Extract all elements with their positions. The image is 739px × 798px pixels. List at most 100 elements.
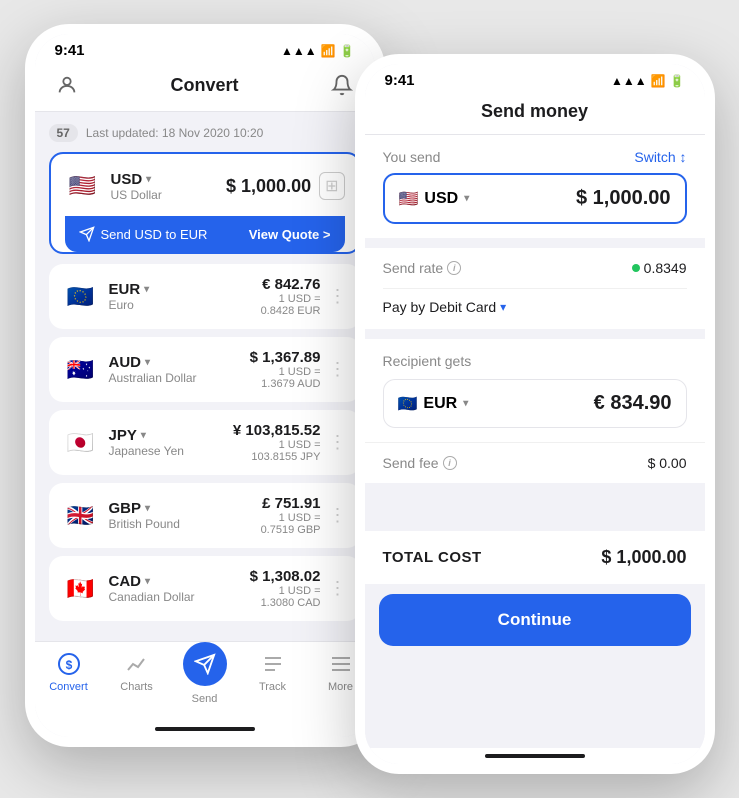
eur-amount: € 842.76 — [261, 276, 321, 293]
send-fee-value: $ 0.00 — [648, 455, 687, 471]
send-money-content: You send Switch ↕ 🇺🇸 USD ▾ $ 1,000.00 — [365, 135, 705, 748]
usd-currency-select[interactable]: 🇺🇸 USD ▾ — [399, 189, 470, 209]
phone-send-money: 9:41 ▲▲▲ 📶 🔋 Send money You send — [355, 54, 715, 774]
cad-rate: 1 USD =1.3080 CAD — [250, 585, 321, 609]
jpy-more-icon[interactable]: ⋮ — [329, 432, 347, 453]
status-bar-2: 9:41 ▲▲▲ 📶 🔋 — [365, 64, 705, 93]
recipient-gets-amount: € 834.90 — [594, 392, 672, 415]
last-updated-bar: 57 Last updated: 18 Nov 2020 10:20 — [49, 124, 361, 142]
wifi-icon-2: 📶 — [651, 74, 666, 88]
total-cost-section: TOTAL COST $ 1,000.00 — [365, 531, 705, 584]
send-rate-info-icon[interactable]: i — [447, 261, 461, 275]
tab-track[interactable]: Track — [248, 650, 298, 705]
gbp-amount: £ 751.91 — [261, 495, 321, 512]
status-icons-2: ▲▲▲ 📶 🔋 — [611, 74, 685, 88]
send-fee-info-icon[interactable]: i — [443, 456, 457, 470]
tab-send[interactable]: Send — [180, 650, 230, 705]
usd-code[interactable]: USD ▾ — [111, 171, 162, 188]
profile-icon[interactable] — [53, 71, 81, 99]
jpy-amount: ¥ 103,815.52 — [233, 422, 321, 439]
nav-header-convert: Convert — [35, 63, 375, 112]
recipient-gets-section: Recipient gets 🇪🇺 EUR ▾ € 834.90 — [365, 339, 705, 442]
recipient-input-row: 🇪🇺 EUR ▾ € 834.90 — [383, 379, 687, 428]
status-time-1: 9:41 — [55, 42, 85, 59]
list-item[interactable]: 🇬🇧 GBP ▾ British Pound £ 751.91 1 USD =0… — [49, 483, 361, 548]
page-title-send: Send money — [481, 101, 588, 122]
charts-tab-label: Charts — [120, 681, 152, 693]
view-quote-link[interactable]: View Quote > — [249, 227, 331, 242]
aud-name: Australian Dollar — [109, 371, 197, 385]
switch-button[interactable]: Switch ↕ — [634, 149, 686, 165]
home-indicator-2 — [365, 748, 705, 764]
list-item[interactable]: 🇯🇵 JPY ▾ Japanese Yen ¥ 103,815.52 1 USD… — [49, 410, 361, 475]
primary-currency-card[interactable]: 🇺🇸 USD ▾ US Dollar $ 1,000.00 — [49, 152, 361, 254]
total-cost-amount: $ 1,000.00 — [601, 547, 686, 568]
currency-list: 🇪🇺 EUR ▾ Euro € 842.76 1 USD =0.8428 EUR — [49, 264, 361, 621]
tab-bar: $ Convert Charts — [35, 641, 375, 721]
gbp-more-icon[interactable]: ⋮ — [329, 505, 347, 526]
eur-flag-send: 🇪🇺 — [398, 394, 418, 414]
send-fee-row: Send fee i $ 0.00 — [365, 442, 705, 483]
eur-dropdown-arrow: ▾ — [463, 398, 468, 409]
gbp-flag: 🇬🇧 — [63, 498, 99, 534]
battery-icon: 🔋 — [340, 44, 355, 58]
send-bar[interactable]: Send USD to EUR View Quote > — [65, 216, 345, 252]
list-item[interactable]: 🇨🇦 CAD ▾ Canadian Dollar $ 1,308.02 1 US… — [49, 556, 361, 621]
continue-button[interactable]: Continue — [379, 594, 691, 646]
status-time-2: 9:41 — [385, 72, 415, 89]
you-send-section: You send Switch ↕ 🇺🇸 USD ▾ $ 1,000.00 — [365, 135, 705, 238]
usd-dropdown-arrow: ▾ — [464, 193, 469, 204]
pay-method-row[interactable]: Pay by Debit Card ▾ — [365, 289, 705, 329]
send-rate-row: Send rate i 0.8349 — [365, 248, 705, 288]
total-cost-label: TOTAL COST — [383, 549, 482, 566]
aud-rate: 1 USD =1.3679 AUD — [250, 366, 321, 390]
update-text: Last updated: 18 Nov 2020 10:20 — [86, 126, 263, 140]
cad-more-icon[interactable]: ⋮ — [329, 578, 347, 599]
eur-more-icon[interactable]: ⋮ — [329, 286, 347, 307]
calculator-icon[interactable]: ⊞ — [319, 172, 344, 200]
svg-text:$: $ — [65, 658, 72, 672]
list-item[interactable]: 🇪🇺 EUR ▾ Euro € 842.76 1 USD =0.8428 EUR — [49, 264, 361, 329]
bell-icon[interactable] — [328, 71, 356, 99]
you-send-amount[interactable]: $ 1,000.00 — [576, 187, 671, 210]
convert-tab-label: Convert — [49, 681, 88, 693]
signal-icon-2: ▲▲▲ — [611, 74, 647, 88]
you-send-input-row[interactable]: 🇺🇸 USD ▾ $ 1,000.00 — [383, 173, 687, 224]
pay-method-chevron: ▾ — [500, 300, 506, 314]
tab-charts[interactable]: Charts — [112, 650, 162, 705]
eur-currency-select[interactable]: 🇪🇺 EUR ▾ — [398, 394, 469, 414]
eur-name: Euro — [109, 298, 150, 312]
battery-icon-2: 🔋 — [670, 74, 685, 88]
list-item[interactable]: 🇦🇺 AUD ▾ Australian Dollar $ 1,367.89 1 … — [49, 337, 361, 402]
more-tab-icon — [327, 650, 355, 678]
usd-amount: $ 1,000.00 — [226, 176, 311, 197]
phone-convert: 9:41 ▲▲▲ 📶 🔋 Convert — [25, 24, 385, 747]
tab-convert[interactable]: $ Convert — [44, 650, 94, 705]
usd-code-send: USD — [424, 190, 458, 208]
convert-tab-icon: $ — [55, 650, 83, 678]
you-send-label: You send Switch ↕ — [383, 149, 687, 165]
status-icons-1: ▲▲▲ 📶 🔋 — [281, 44, 355, 58]
aud-more-icon[interactable]: ⋮ — [329, 359, 347, 380]
send-tab-icon — [183, 642, 227, 686]
aud-flag: 🇦🇺 — [63, 352, 99, 388]
gbp-rate: 1 USD =0.7519 GBP — [261, 512, 321, 536]
update-badge: 57 — [49, 124, 78, 142]
gbp-code: GBP ▾ — [109, 500, 180, 517]
jpy-rate: 1 USD =103.8155 JPY — [233, 439, 321, 463]
eur-code-send: EUR — [423, 395, 457, 413]
aud-amount: $ 1,367.89 — [250, 349, 321, 366]
gbp-name: British Pound — [109, 517, 180, 531]
track-tab-label: Track — [259, 681, 286, 693]
convert-content: 57 Last updated: 18 Nov 2020 10:20 🇺🇸 US… — [35, 112, 375, 641]
recipient-gets-label: Recipient gets — [383, 353, 687, 369]
signal-icon: ▲▲▲ — [281, 44, 317, 58]
send-fee-label: Send fee i — [383, 455, 457, 471]
usd-name: US Dollar — [111, 188, 162, 202]
pay-method-text: Pay by Debit Card — [383, 299, 497, 315]
wifi-icon: 📶 — [321, 44, 336, 58]
send-rate-value: 0.8349 — [632, 260, 687, 276]
send-rate-label: Send rate i — [383, 260, 462, 276]
jpy-flag: 🇯🇵 — [63, 425, 99, 461]
cad-flag: 🇨🇦 — [63, 571, 99, 607]
